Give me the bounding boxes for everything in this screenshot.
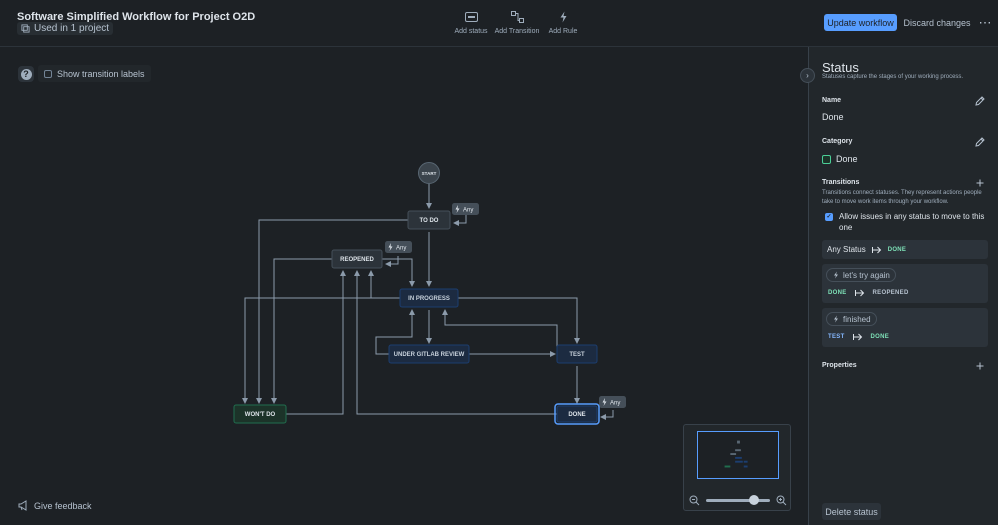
used-in-projects-badge[interactable]: Used in 1 project (17, 22, 114, 35)
category-text: Done (836, 154, 858, 164)
panel-subtitle: Statuses capture the stages of your work… (822, 74, 964, 80)
collapse-panel-button[interactable]: › (800, 68, 815, 83)
discard-changes-button[interactable]: Discard changes (902, 14, 972, 31)
any-transition-reopened[interactable]: Any (385, 241, 412, 253)
zoom-slider[interactable] (706, 494, 770, 505)
status-label-test: TEST (569, 352, 585, 358)
status-node-todo[interactable]: TO DO (407, 210, 451, 230)
give-feedback-label: Give feedback (34, 500, 92, 511)
edit-name-icon[interactable] (975, 96, 985, 106)
add-transition-label: Add Transition (494, 28, 540, 35)
status-node-reopened[interactable]: REOPENED (331, 249, 383, 269)
transition-name: finished (843, 314, 871, 324)
status-label-under-review: UNDER GITLAB REVIEW (394, 352, 465, 358)
transition-name: let's try again (843, 270, 890, 280)
any-status-text: Any Status (827, 245, 866, 254)
properties-label: Properties (822, 362, 857, 369)
zoom-in-icon[interactable] (776, 495, 787, 506)
status-node-under-review[interactable]: UNDER GITLAB REVIEW (388, 344, 470, 364)
category-value: Done (822, 154, 858, 164)
edit-category-icon[interactable] (975, 137, 985, 147)
category-swatch (822, 154, 831, 164)
add-property-plus-icon[interactable] (975, 361, 985, 371)
used-in-label: Used in 1 project (34, 23, 110, 34)
transitions-description: Transitions connect statuses. They repre… (822, 190, 982, 205)
status-node-done[interactable]: DONE (554, 403, 600, 425)
add-transition-icon (510, 11, 524, 23)
transition-card[interactable]: let's try again DONE REOPENED (822, 264, 988, 303)
update-workflow-button[interactable]: Update workflow (824, 14, 897, 31)
lightning-icon (834, 315, 838, 323)
zoom-slider-thumb[interactable] (749, 494, 759, 505)
status-label-wont-do: WON'T DO (245, 412, 276, 418)
transition-flow: DONE REOPENED (828, 289, 909, 297)
transition-name-chip[interactable]: let's try again (826, 268, 896, 282)
delete-status-button[interactable]: Delete status (822, 503, 881, 520)
name-label: Name (822, 97, 842, 104)
more-icon[interactable]: ⋯ (976, 14, 994, 31)
minimap[interactable] (683, 424, 791, 511)
any-label: Any (610, 401, 620, 407)
arrow-right-icon (871, 246, 881, 253)
add-rule-label: Add Rule (548, 28, 578, 35)
add-transition-button[interactable]: Add Transition (494, 11, 540, 35)
transition-flow: TEST DONE (828, 333, 889, 341)
status-name-value: Done (822, 112, 844, 122)
from-status-lozenge: DONE (828, 290, 847, 296)
status-node-wont-do[interactable]: WON'T DO (233, 404, 287, 424)
add-rule-icon (560, 11, 566, 23)
status-node-in-progress[interactable]: IN PROGRESS (399, 288, 459, 308)
minimap-preview (724, 440, 748, 468)
add-status-button[interactable]: Add status (450, 11, 492, 35)
from-status-lozenge: TEST (828, 334, 845, 340)
transition-card[interactable]: finished TEST DONE (822, 308, 988, 347)
panel-title: Status (822, 60, 859, 75)
workflow-header: Software Simplified Workflow for Project… (0, 0, 998, 47)
add-rule-button[interactable]: Add Rule (542, 11, 584, 35)
start-node[interactable]: START (418, 162, 440, 184)
chevron-right-icon: › (806, 71, 809, 80)
to-status-lozenge: REOPENED (872, 290, 909, 296)
status-label-in-progress: IN PROGRESS (408, 296, 450, 302)
any-status-transition-row[interactable]: Any Status DONE (822, 240, 988, 259)
minimap-viewport[interactable] (697, 431, 779, 479)
transition-name-chip[interactable]: finished (826, 312, 877, 326)
lightning-icon (834, 271, 838, 279)
any-transition-todo[interactable]: Any (452, 203, 479, 215)
transitions-label: Transitions (822, 179, 860, 186)
any-label: Any (463, 208, 473, 214)
status-label-done: DONE (568, 412, 585, 418)
target-status-lozenge: DONE (887, 246, 907, 253)
any-label: Any (396, 246, 406, 252)
allow-any-status-option[interactable]: ✓ Allow issues in any status to move to … (825, 211, 987, 233)
allow-any-checkbox[interactable]: ✓ (825, 213, 833, 221)
give-feedback-button[interactable]: Give feedback (18, 500, 92, 511)
add-transition-plus-icon[interactable] (975, 178, 985, 188)
category-label: Category (822, 138, 853, 145)
megaphone-icon (18, 500, 27, 511)
arrow-right-icon (852, 333, 862, 341)
start-label: START (422, 171, 437, 176)
status-details-panel: Status Statuses capture the stages of yo… (808, 47, 998, 525)
project-icon (21, 24, 30, 33)
zoom-controls (689, 493, 787, 507)
to-status-lozenge: DONE (870, 334, 890, 340)
arrow-right-icon (854, 289, 864, 297)
add-status-icon (464, 12, 478, 22)
status-label-todo: TO DO (420, 218, 439, 224)
any-transition-done[interactable]: Any (599, 396, 626, 408)
zoom-out-icon[interactable] (689, 495, 700, 506)
status-label-reopened: REOPENED (340, 257, 374, 263)
add-status-label: Add status (454, 28, 488, 35)
workflow-toolbar: Add status Add Transition Add Rule (450, 11, 584, 35)
allow-any-text: Allow issues in any status to move to th… (839, 212, 985, 232)
status-node-test[interactable]: TEST (556, 344, 598, 364)
